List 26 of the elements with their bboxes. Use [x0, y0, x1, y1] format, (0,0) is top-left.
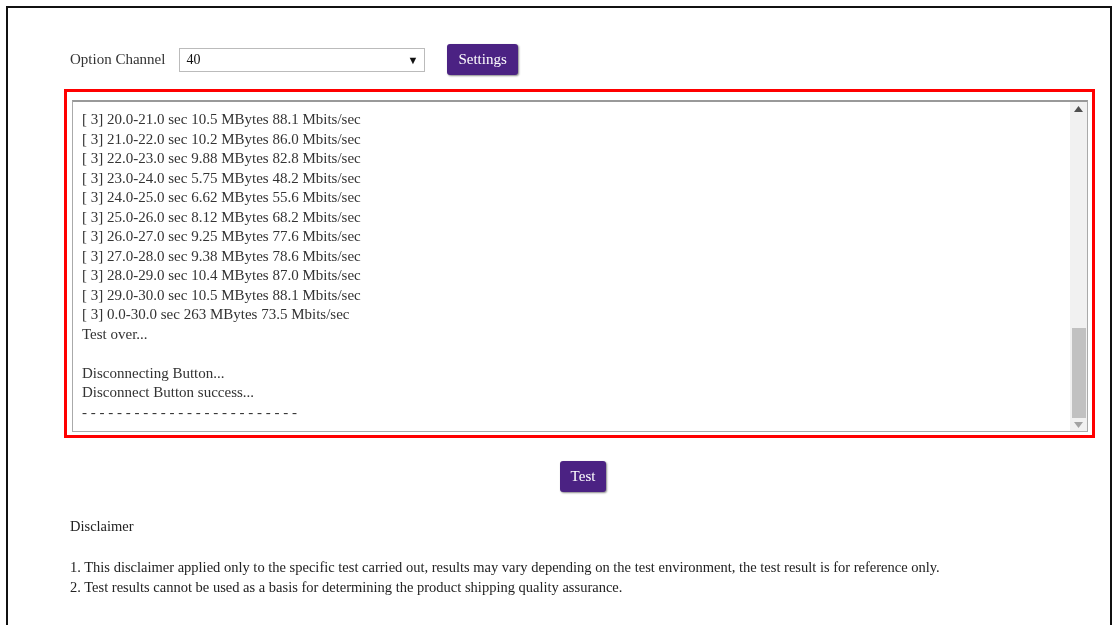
log-line: Disconnecting Button... — [82, 363, 225, 383]
scroll-up-icon[interactable] — [1074, 106, 1083, 112]
log-line: [ 3] 20.0-21.0 sec 10.5 MBytes 88.1 Mbits/sec — [82, 110, 361, 129]
log-line: [ 3] 27.0-28.0 sec 9.38 MBytes 78.6 Mbits/sec — [82, 246, 361, 266]
disclaimer-title: Disclaimer — [70, 518, 135, 535]
test-button[interactable]: Test — [559, 461, 607, 492]
disclaimer-text: 1. This disclaimer applied only to the specific test carried out, results may vary depending on the test environment, the test result is for reference only. — [70, 558, 941, 577]
log-line: [ 3] 23.0-24.0 sec 5.75 MBytes 48.2 Mbits/sec — [82, 168, 361, 188]
settings-button[interactable]: Settings — [447, 44, 518, 75]
log-line: [ 3] 21.0-22.0 sec 10.2 MBytes 86.0 Mbits/sec — [82, 129, 361, 149]
log-line: [ 3] 25.0-26.0 sec 8.12 MBytes 68.2 Mbits/sec — [82, 207, 361, 227]
log-line: [ 3] 22.0-23.0 sec 9.88 MBytes 82.8 Mbits/sec — [82, 149, 361, 168]
log-line: Test over... — [82, 324, 148, 344]
scrollbar[interactable] — [1070, 102, 1087, 431]
field-label: Option Channel — [70, 51, 166, 68]
log-line: [ 3] 26.0-27.0 sec 9.25 MBytes 77.6 Mbits/sec — [82, 227, 361, 246]
channel-select[interactable]: 40 ▼ — [179, 47, 426, 72]
log-line: [ 3] 28.0-29.0 sec 10.4 MBytes 87.0 Mbits/sec — [82, 266, 361, 285]
disclaimer-text: 2. Test results cannot be used as a basis for determining the product shipping quality assurance. — [70, 578, 624, 597]
scroll-down-icon[interactable] — [1074, 422, 1083, 428]
log-line: - - - - - - - - - - - - - - - - - - - - - - - - - — [82, 402, 297, 422]
log-line: [ 3] 24.0-25.0 sec 6.62 MBytes 55.6 Mbits/sec — [82, 188, 361, 207]
log-line: [ 3] 29.0-30.0 sec 10.5 MBytes 88.1 Mbits/sec — [82, 285, 361, 305]
log-line: Disconnect Button success... — [82, 383, 255, 402]
log-line: [ 3] 0.0-30.0 sec 263 MBytes 73.5 Mbits/sec — [82, 305, 350, 324]
scroll-thumb[interactable] — [1071, 328, 1086, 418]
